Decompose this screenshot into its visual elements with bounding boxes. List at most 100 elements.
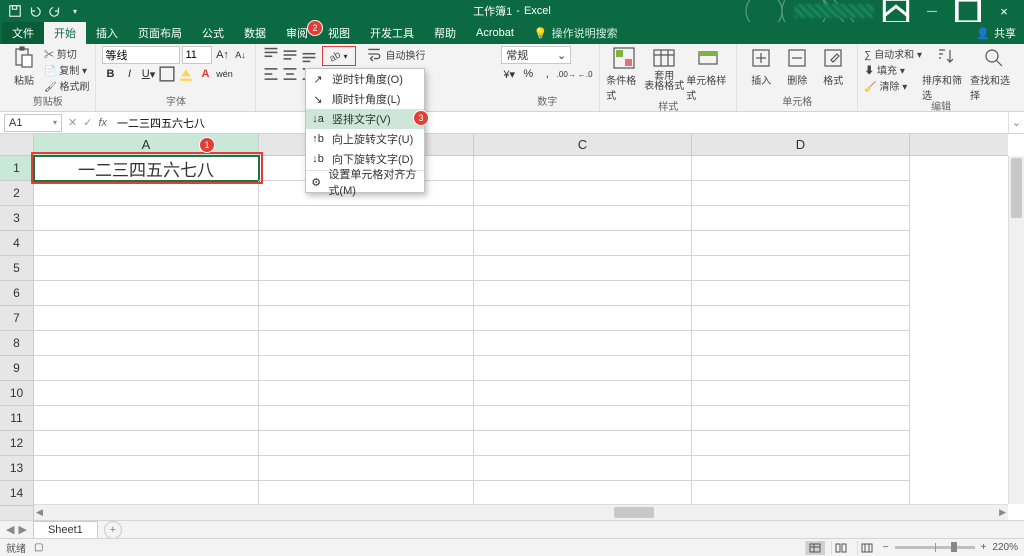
align-center-icon[interactable]	[281, 65, 299, 83]
zoom-level[interactable]: 220%	[992, 542, 1018, 553]
cell-A9[interactable]	[34, 356, 259, 381]
tab-help[interactable]: 帮助	[424, 22, 466, 44]
cell-A5[interactable]	[34, 256, 259, 281]
cell-D4[interactable]	[692, 231, 910, 256]
comma-icon[interactable]: ,	[539, 66, 555, 82]
font-name-combo[interactable]	[102, 46, 180, 64]
cell-A12[interactable]	[34, 431, 259, 456]
cell-B13[interactable]	[259, 456, 474, 481]
cell-D10[interactable]	[692, 381, 910, 406]
cell-B4[interactable]	[259, 231, 474, 256]
cell-C4[interactable]	[474, 231, 692, 256]
cell-A11[interactable]	[34, 406, 259, 431]
sort-filter-button[interactable]: 排序和筛选	[922, 46, 970, 102]
select-all-corner[interactable]	[0, 134, 34, 156]
row-header-6[interactable]: 6	[0, 281, 33, 306]
close-icon[interactable]: ×	[990, 1, 1018, 21]
menu-format-alignment[interactable]: ⚙设置单元格对齐方式(M)	[306, 172, 424, 192]
qat-dropdown-icon[interactable]: ▾	[68, 4, 82, 18]
tab-data[interactable]: 数据	[234, 22, 276, 44]
cells-area[interactable]: 一二三四五六七八	[34, 156, 1008, 504]
minimize-icon[interactable]: —	[918, 1, 946, 21]
save-icon[interactable]	[8, 4, 22, 18]
cell-A7[interactable]	[34, 306, 259, 331]
cell-A4[interactable]	[34, 231, 259, 256]
cell-B7[interactable]	[259, 306, 474, 331]
font-size-combo[interactable]	[182, 46, 212, 64]
horizontal-scrollbar[interactable]: ◀▶	[34, 504, 1008, 520]
row-header-7[interactable]: 7	[0, 306, 33, 331]
align-top-icon[interactable]	[262, 46, 280, 64]
insert-cells-button[interactable]: 插入	[743, 46, 779, 87]
cancel-formula-icon[interactable]: ✕	[68, 116, 77, 129]
sheet-tab-active[interactable]: Sheet1	[33, 521, 98, 538]
tab-insert[interactable]: 插入	[86, 22, 128, 44]
decrease-font-icon[interactable]: A↓	[232, 47, 248, 63]
undo-icon[interactable]	[28, 4, 42, 18]
cell-D8[interactable]	[692, 331, 910, 356]
cell-C3[interactable]	[474, 206, 692, 231]
row-header-8[interactable]: 8	[0, 331, 33, 356]
cell-C13[interactable]	[474, 456, 692, 481]
name-box[interactable]: A1▾	[4, 114, 62, 132]
formula-input[interactable]	[113, 117, 1008, 129]
increase-font-icon[interactable]: A↑	[214, 47, 230, 63]
tab-home[interactable]: 开始	[44, 22, 86, 44]
cell-B14[interactable]	[259, 481, 474, 506]
cell-D14[interactable]	[692, 481, 910, 506]
align-bottom-icon[interactable]	[300, 46, 318, 64]
cell-D2[interactable]	[692, 181, 910, 206]
cell-D3[interactable]	[692, 206, 910, 231]
row-header-11[interactable]: 11	[0, 406, 33, 431]
cell-D9[interactable]	[692, 356, 910, 381]
sheet-nav-next-icon[interactable]: ▶	[18, 523, 26, 536]
increase-decimal-icon[interactable]: .00→	[558, 66, 574, 82]
fill-color-icon[interactable]	[178, 66, 194, 82]
autosum-button[interactable]: ∑ 自动求和 ▾	[864, 46, 922, 61]
find-select-button[interactable]: 查找和选择	[970, 46, 1018, 102]
sheet-nav-prev-icon[interactable]: ◀	[6, 523, 14, 536]
cell-B8[interactable]	[259, 331, 474, 356]
cell-A14[interactable]	[34, 481, 259, 506]
tab-developer[interactable]: 开发工具	[360, 22, 424, 44]
menu-ccw[interactable]: ↗逆时针角度(O)	[306, 69, 424, 89]
menu-vertical[interactable]: ↓a竖排文字(V)	[306, 109, 424, 129]
col-header-D[interactable]: D	[692, 134, 910, 155]
cell-B11[interactable]	[259, 406, 474, 431]
border-icon[interactable]	[159, 66, 175, 82]
format-cells-button[interactable]: 格式	[815, 46, 851, 87]
cell-C14[interactable]	[474, 481, 692, 506]
orientation-button[interactable]: ab ▾	[322, 46, 356, 66]
cell-A1[interactable]: 一二三四五六七八	[34, 156, 259, 181]
cell-C11[interactable]	[474, 406, 692, 431]
maximize-icon[interactable]	[954, 1, 982, 21]
cell-B12[interactable]	[259, 431, 474, 456]
cell-C7[interactable]	[474, 306, 692, 331]
row-header-4[interactable]: 4	[0, 231, 33, 256]
delete-cells-button[interactable]: 删除	[779, 46, 815, 87]
col-header-C[interactable]: C	[474, 134, 692, 155]
cell-C9[interactable]	[474, 356, 692, 381]
cell-C1[interactable]	[474, 156, 692, 181]
ruby-icon[interactable]: wén	[216, 66, 232, 82]
expand-formula-bar-icon[interactable]: ⌄	[1008, 112, 1024, 133]
cell-D12[interactable]	[692, 431, 910, 456]
row-header-3[interactable]: 3	[0, 206, 33, 231]
percent-icon[interactable]: %	[520, 66, 536, 82]
cell-D11[interactable]	[692, 406, 910, 431]
wrap-text-button[interactable]: 自动换行	[366, 46, 425, 62]
cell-C5[interactable]	[474, 256, 692, 281]
cell-B9[interactable]	[259, 356, 474, 381]
row-header-5[interactable]: 5	[0, 256, 33, 281]
ribbon-options-icon[interactable]	[882, 1, 910, 21]
cell-A6[interactable]	[34, 281, 259, 306]
redo-icon[interactable]	[48, 4, 62, 18]
zoom-in-icon[interactable]: +	[981, 542, 987, 553]
paste-button[interactable]: 粘贴	[6, 46, 42, 87]
row-header-13[interactable]: 13	[0, 456, 33, 481]
zoom-out-icon[interactable]: −	[883, 542, 889, 553]
table-format-button[interactable]: 套用 表格格式	[642, 46, 686, 92]
cell-styles-button[interactable]: 单元格样式	[686, 46, 730, 102]
enter-formula-icon[interactable]: ✓	[83, 116, 92, 129]
copy-button[interactable]: 📄 复制 ▾	[44, 62, 89, 77]
